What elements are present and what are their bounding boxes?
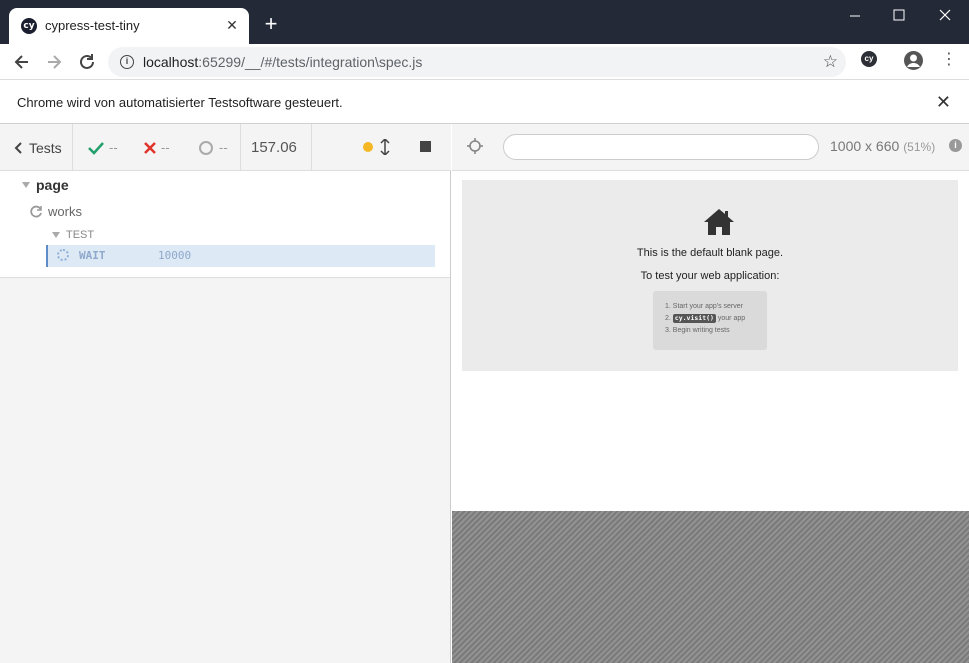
passed-stat: -- [73, 124, 133, 171]
check-icon [88, 141, 104, 155]
pending-count: -- [219, 140, 228, 155]
omnibox[interactable]: i localhost:65299/__/#/tests/integration… [108, 47, 846, 77]
test-row[interactable]: works [30, 204, 82, 219]
refresh-running-icon [30, 205, 42, 218]
suite-row[interactable]: page [22, 177, 69, 193]
profile-avatar-icon[interactable] [904, 51, 923, 70]
running-status-dot [363, 142, 373, 152]
test-title: works [48, 204, 82, 219]
tests-button-label: Tests [29, 139, 62, 156]
passed-count: -- [109, 140, 118, 155]
viewport-info: 1000 x 660 (51%) [830, 138, 935, 154]
code-snippet: cy.visit() [672, 314, 716, 323]
blank-page-card: This is the default blank page. To test … [462, 180, 958, 371]
step-3: 3. Begin writing tests [665, 327, 730, 334]
x-icon [144, 141, 156, 154]
blank-page-text: This is the default blank page. [636, 247, 784, 259]
hook-title: TEST [66, 229, 95, 241]
aut-iframe: This is the default blank page. To test … [452, 171, 969, 511]
spinner-icon [57, 249, 69, 261]
cypress-favicon-icon: cy [21, 18, 37, 34]
browser-tab[interactable]: cy cypress-test-tiny ✕ [9, 8, 249, 44]
suite-title: page [36, 177, 69, 193]
failed-stat: -- [133, 124, 188, 171]
browser-menu-icon[interactable]: ⋮ [941, 50, 957, 70]
caret-down-icon [22, 182, 30, 188]
site-info-icon[interactable]: i [120, 55, 134, 69]
info-circle-icon[interactable]: i [949, 139, 962, 152]
command-name: WAIT [79, 249, 106, 262]
home-icon [704, 209, 734, 235]
circle-notch-icon [199, 140, 213, 155]
auto-scroll-arrows-icon[interactable] [380, 139, 390, 155]
caret-down-icon [52, 232, 60, 238]
cypress-reporter: Tests -- -- -- 157.06 page works TEST WA… [0, 124, 451, 663]
new-tab-icon[interactable]: + [260, 13, 282, 36]
hook-row[interactable]: TEST [52, 229, 94, 241]
step-1: 1. Start your app's server [665, 303, 743, 310]
browser-titlebar: cy cypress-test-tiny ✕ + [0, 0, 969, 44]
reporter-runnables: page works TEST WAIT 10000 [0, 171, 450, 278]
maximize-icon[interactable] [884, 4, 914, 28]
command-row[interactable]: WAIT 10000 [46, 245, 435, 267]
browser-toolbar: i localhost:65299/__/#/tests/integration… [0, 44, 969, 80]
viewport-size: 1000 x 660 [830, 138, 900, 154]
pending-stat: -- [188, 124, 241, 171]
reporter-controls [312, 124, 451, 171]
reporter-header: Tests -- -- -- 157.06 [0, 124, 451, 171]
bookmark-star-icon[interactable]: ☆ [823, 52, 838, 72]
crosshairs-icon[interactable] [467, 138, 483, 154]
url-text: localhost:65299/__/#/tests/integration\s… [143, 54, 423, 70]
aut-backdrop [452, 511, 969, 663]
window-close-icon[interactable] [930, 4, 960, 28]
infobar-close-icon[interactable]: ✕ [936, 92, 951, 113]
step-2: 2. cy.visit() your app [665, 314, 746, 323]
cypress-extension-icon[interactable]: cy [861, 51, 877, 67]
back-arrow-icon[interactable] [10, 50, 34, 74]
reload-icon[interactable] [75, 50, 99, 74]
forward-arrow-icon[interactable] [42, 50, 66, 74]
tests-button[interactable]: Tests [0, 124, 73, 171]
aut-url-field[interactable] [503, 134, 819, 160]
automation-infobar: Chrome wird von automatisierter Testsoft… [0, 81, 969, 124]
minimize-icon[interactable] [840, 4, 870, 28]
tab-title: cypress-test-tiny [45, 18, 140, 33]
tab-close-icon[interactable]: ✕ [223, 16, 241, 34]
blank-page-subtext: To test your web application: [640, 270, 780, 282]
aut-header: 1000 x 660 (51%) i [452, 124, 969, 171]
instructions-box: 1. Start your app's server 2. cy.visit()… [653, 291, 767, 350]
chevron-left-icon [14, 141, 22, 154]
stop-icon[interactable] [420, 141, 431, 152]
command-message: 10000 [158, 249, 192, 262]
viewport-scale: (51%) [903, 140, 936, 154]
infobar-message: Chrome wird von automatisierter Testsoft… [17, 95, 343, 110]
failed-count: -- [161, 140, 170, 155]
duration: 157.06 [241, 124, 312, 171]
